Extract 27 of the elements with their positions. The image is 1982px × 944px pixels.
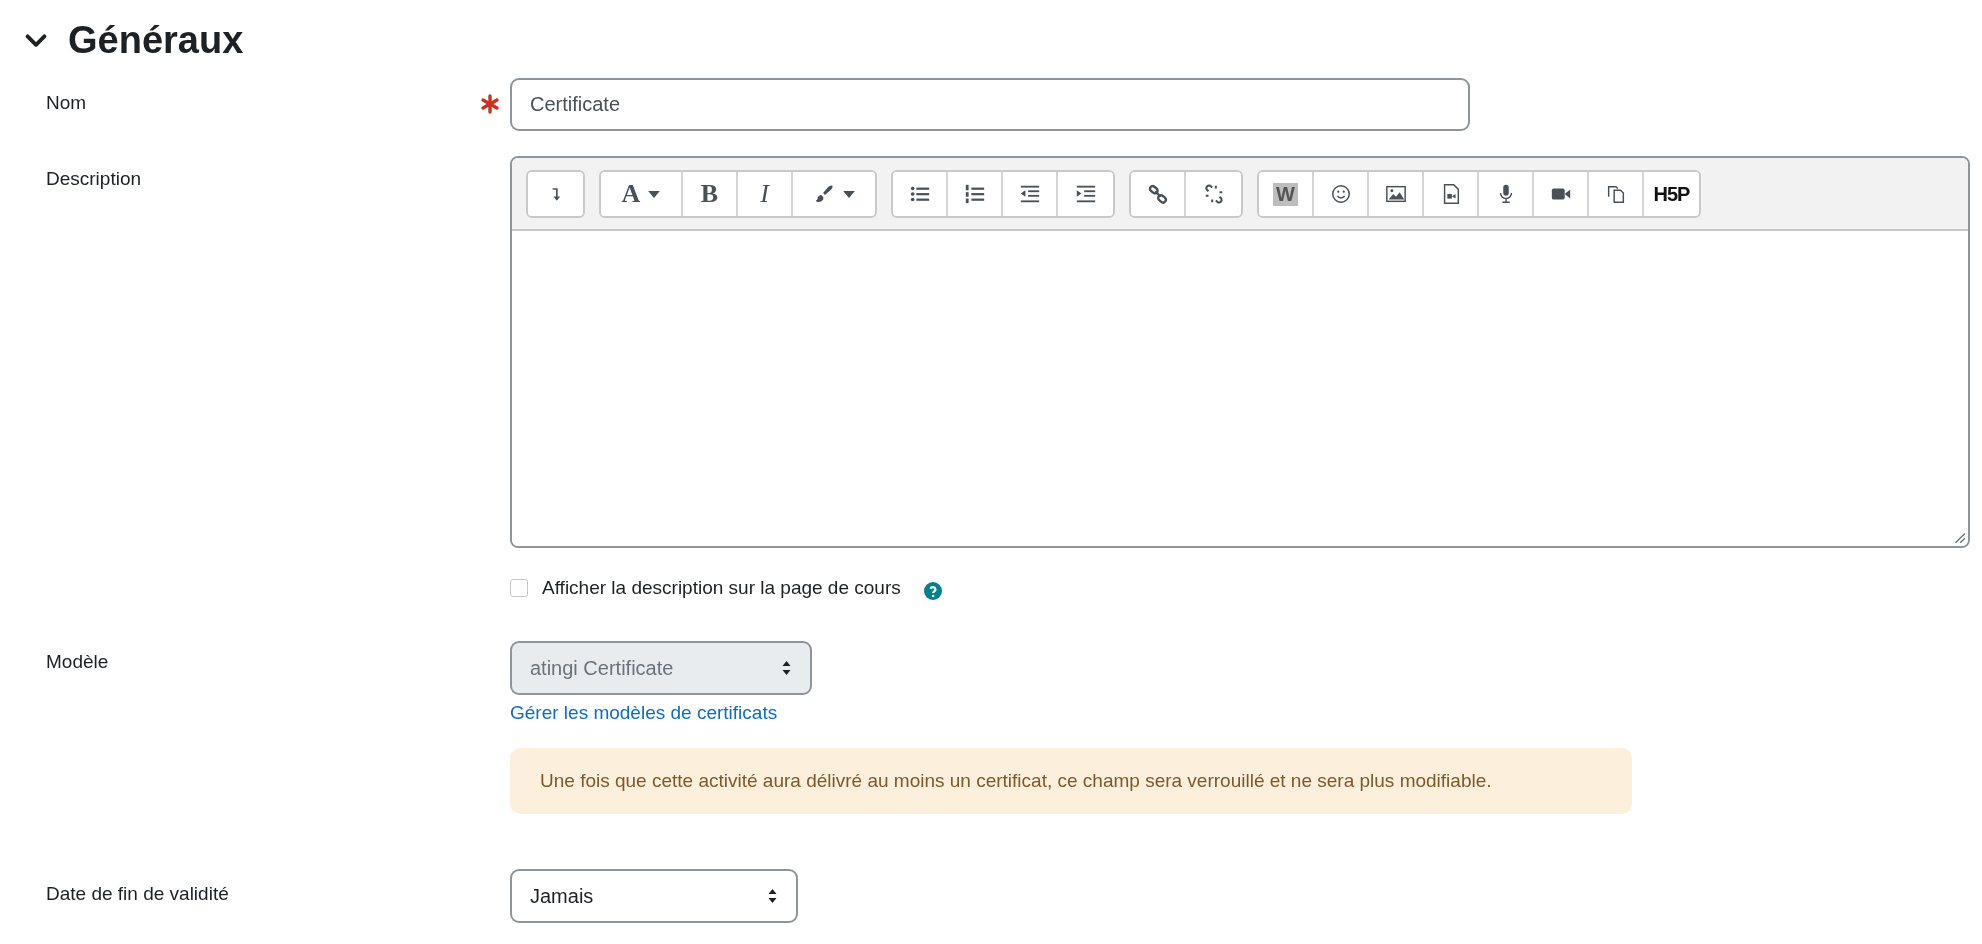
field-label: Date de fin de validité (46, 883, 229, 905)
toolbar-button[interactable]: A (601, 172, 683, 216)
toolbar-button[interactable]: W (1259, 172, 1314, 216)
sort-arrows-icon (767, 888, 778, 904)
toolbar-button[interactable] (893, 172, 948, 216)
checkbox[interactable] (510, 579, 528, 597)
checkbox-label: Afficher la description sur la page de cours (542, 577, 901, 599)
name-input[interactable]: Certificate (510, 78, 1470, 131)
field-label: Modèle (46, 651, 109, 673)
link-icon (1146, 183, 1169, 205)
expiry-select[interactable]: Jamais (510, 869, 798, 923)
section-title: Généraux (68, 18, 244, 62)
toolbar-button[interactable] (1131, 172, 1186, 216)
resize-grip-icon[interactable] (1952, 530, 1966, 544)
template-select: atingi Certificate (510, 641, 812, 695)
field-label: Description (46, 168, 142, 190)
field-label: Nom (46, 92, 87, 114)
outdent-icon (1018, 183, 1041, 205)
unlink-icon (1202, 183, 1225, 205)
help-icon[interactable] (922, 581, 943, 601)
indent-icon (1074, 183, 1097, 205)
sort-arrows-icon (781, 660, 792, 676)
numbered-list-icon (963, 183, 986, 205)
warning-alert: Une fois que cette activité aura délivré au moins un certificat, ce champ sera verrouillé et ne sera plus modifiable. (510, 748, 1632, 814)
image-icon (1384, 183, 1407, 205)
smiley-icon (1329, 183, 1352, 205)
paintbrush-icon (813, 183, 835, 205)
